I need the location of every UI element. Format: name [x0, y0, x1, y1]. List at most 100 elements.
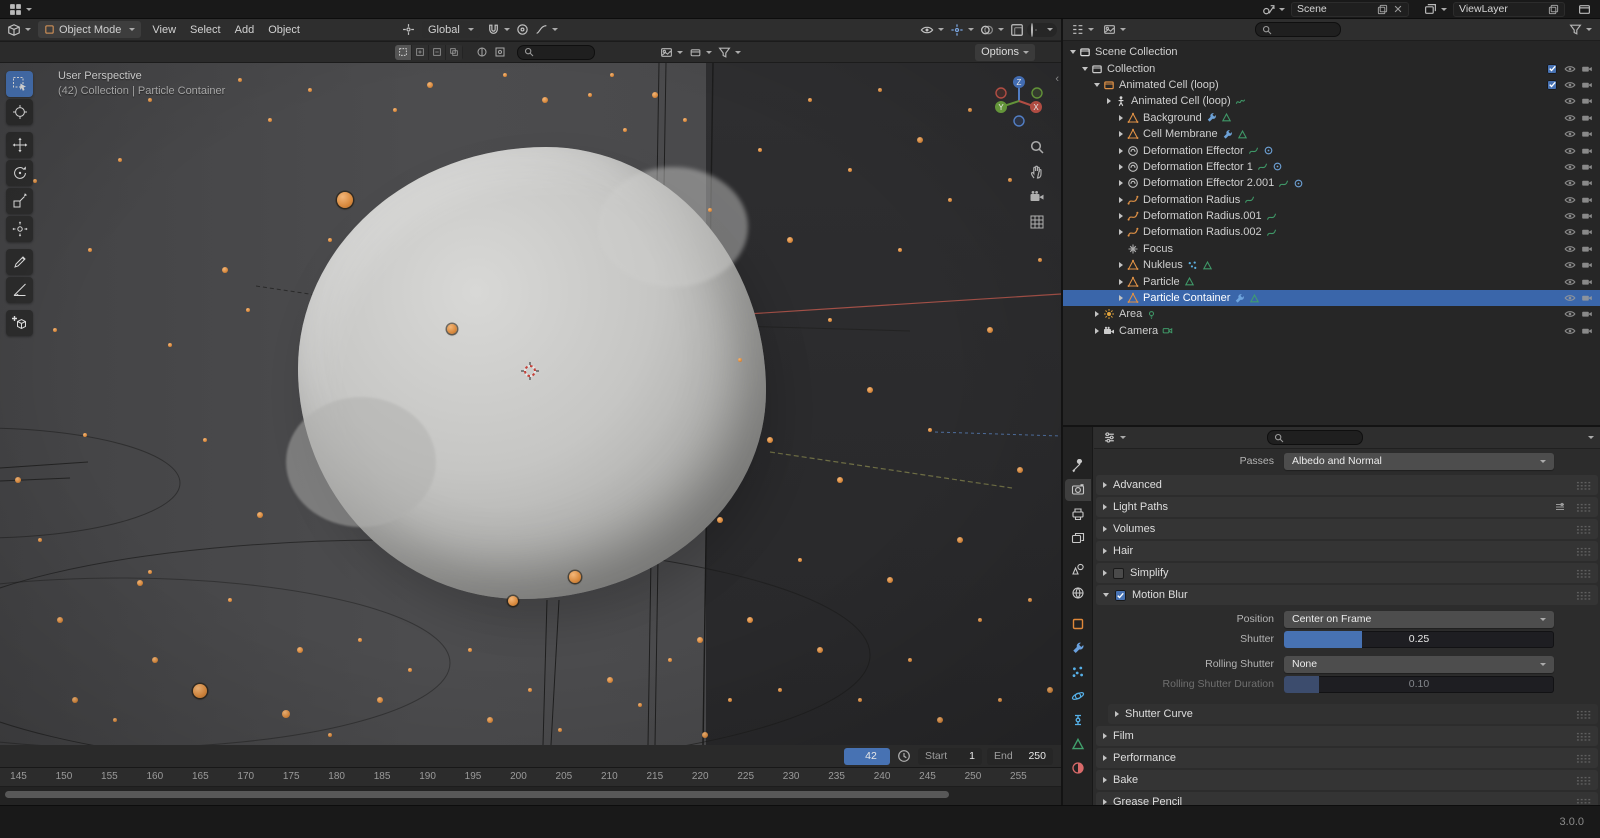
pan-hand-icon[interactable]	[1029, 164, 1045, 180]
disable-render-toggle[interactable]	[1578, 177, 1595, 189]
disable-render-toggle[interactable]	[1578, 128, 1595, 140]
collection-checkbox[interactable]	[1547, 63, 1557, 74]
select-mode-extend[interactable]	[412, 44, 429, 60]
panel-header-volumes[interactable]: Volumes	[1096, 519, 1598, 539]
panel-header-film[interactable]: Film	[1096, 726, 1598, 746]
frame-start-field[interactable]: Start 1	[918, 747, 982, 765]
scene-browse-button[interactable]	[1259, 0, 1288, 18]
hide-viewport-eye-toggle[interactable]	[1561, 308, 1578, 320]
outliner-row[interactable]: Area	[1063, 306, 1600, 322]
hide-viewport-eye-toggle[interactable]	[1561, 79, 1578, 91]
collection-visibility-dropdown[interactable]	[686, 43, 715, 61]
panel-header-shutter-curve[interactable]: Shutter Curve	[1108, 704, 1598, 724]
navigation-gizmo[interactable]: Z Y X	[989, 71, 1049, 131]
expander-right-icon[interactable]	[1106, 98, 1111, 105]
outliner-row[interactable]: Background	[1063, 110, 1600, 126]
menu-add[interactable]: Add	[228, 24, 262, 36]
expander-right-icon[interactable]	[1118, 196, 1123, 203]
disable-render-toggle[interactable]	[1578, 194, 1595, 206]
panel-header-hair[interactable]: Hair	[1096, 541, 1598, 561]
camera-view-icon[interactable]	[1029, 189, 1045, 205]
select-mode-intersect[interactable]	[446, 44, 463, 60]
expander-down-icon[interactable]	[1081, 66, 1088, 71]
expander-right-icon[interactable]	[1118, 163, 1123, 170]
transform-pivot-button[interactable]	[399, 21, 418, 39]
shading-solid-button[interactable]	[1035, 28, 1037, 31]
panel-header-bake[interactable]: Bake	[1096, 770, 1598, 790]
panel-header-motion-blur[interactable]: Motion Blur	[1096, 585, 1598, 605]
filter-dropdown[interactable]	[715, 43, 744, 61]
outliner-row[interactable]: Deformation Radius	[1063, 192, 1600, 208]
physics-properties-tab[interactable]	[1065, 685, 1091, 707]
collection-checkbox[interactable]	[1547, 79, 1557, 90]
disable-render-toggle[interactable]	[1578, 63, 1595, 75]
object-properties-tab[interactable]	[1065, 613, 1091, 635]
select-box-tool-button[interactable]	[6, 71, 33, 97]
panel-checkbox[interactable]	[1113, 567, 1124, 579]
transform-tool-button[interactable]	[6, 216, 33, 242]
panel-drag-grip[interactable]	[1576, 568, 1591, 578]
select-mode-set[interactable]	[395, 44, 412, 60]
frame-end-field[interactable]: End 250	[987, 747, 1053, 765]
hide-viewport-eye-toggle[interactable]	[1561, 325, 1578, 337]
editor-type-button[interactable]	[4, 21, 34, 39]
disable-render-toggle[interactable]	[1578, 79, 1595, 91]
expander-right-icon[interactable]	[1118, 147, 1123, 154]
panel-header-light-paths[interactable]: Light Paths	[1096, 497, 1598, 517]
outliner-row[interactable]: Scene Collection	[1063, 44, 1600, 60]
region-collapse-icon[interactable]: ‹	[1055, 73, 1059, 85]
orientation-dropdown[interactable]: Global	[421, 21, 480, 38]
view-layer-properties-tab[interactable]	[1065, 527, 1091, 549]
expander-right-icon[interactable]	[1118, 262, 1123, 269]
particles-properties-tab[interactable]	[1065, 661, 1091, 683]
timeline-ruler[interactable]: 145 150 155 160 165 170 175 180 185 190 195 200 205 2…	[0, 768, 1061, 787]
current-frame-field[interactable]: 42	[844, 747, 890, 765]
app-editor-type-button[interactable]	[6, 0, 35, 18]
rolling-shutter-duration-slider[interactable]: 0.10	[1284, 675, 1554, 693]
overlays-toggle[interactable]	[977, 21, 1007, 39]
new-scene-icon[interactable]	[1377, 4, 1388, 15]
cursor-tool-button[interactable]	[6, 99, 33, 125]
gizmos-toggle[interactable]	[947, 21, 977, 39]
annotate-tool-button[interactable]	[6, 249, 33, 275]
passes-dropdown[interactable]: Albedo and Normal	[1284, 452, 1554, 470]
render-properties-tab[interactable]	[1064, 479, 1091, 501]
hide-viewport-eye-toggle[interactable]	[1561, 95, 1578, 107]
disable-render-toggle[interactable]	[1578, 226, 1595, 238]
ortho-grid-icon[interactable]	[1029, 214, 1045, 230]
viewlayer-browse-button[interactable]	[1421, 0, 1450, 18]
outliner-row[interactable]: Deformation Radius.001	[1063, 208, 1600, 224]
viewlayer-name-field[interactable]: ViewLayer	[1453, 1, 1565, 17]
remove-viewlayer-button[interactable]	[1575, 0, 1594, 18]
menu-view[interactable]: View	[145, 24, 183, 36]
disable-render-toggle[interactable]	[1578, 325, 1595, 337]
expander-right-icon[interactable]	[1118, 295, 1123, 302]
disable-render-toggle[interactable]	[1578, 276, 1595, 288]
expander-down-icon[interactable]	[1069, 50, 1076, 55]
tool-search-input[interactable]	[517, 44, 595, 60]
outliner-row[interactable]: Collection	[1063, 60, 1600, 76]
hide-viewport-eye-toggle[interactable]	[1561, 63, 1578, 75]
expander-right-icon[interactable]	[1094, 311, 1099, 318]
clock-icon[interactable]	[897, 749, 911, 763]
outliner-row[interactable]: Particle	[1063, 273, 1600, 289]
panel-drag-grip[interactable]	[1576, 546, 1591, 556]
disable-render-toggle[interactable]	[1578, 292, 1595, 304]
expander-right-icon[interactable]	[1118, 114, 1123, 121]
hide-viewport-eye-toggle[interactable]	[1561, 112, 1578, 124]
position-dropdown[interactable]: Center on Frame	[1284, 610, 1554, 628]
hide-viewport-eye-toggle[interactable]	[1561, 210, 1578, 222]
properties-search-input[interactable]	[1267, 430, 1363, 445]
constraints-properties-tab[interactable]	[1065, 709, 1091, 731]
menu-select[interactable]: Select	[183, 24, 228, 36]
expander-right-icon[interactable]	[1118, 180, 1123, 187]
panel-drag-grip[interactable]	[1576, 590, 1591, 600]
material-properties-tab[interactable]	[1065, 757, 1091, 779]
proportional-editing-toggle[interactable]	[513, 21, 532, 39]
outliner-row[interactable]: Deformation Effector	[1063, 142, 1600, 158]
expander-right-icon[interactable]	[1118, 278, 1123, 285]
panel-drag-grip[interactable]	[1576, 753, 1591, 763]
scale-tool-button[interactable]	[6, 188, 33, 214]
menu-object[interactable]: Object	[261, 24, 307, 36]
expander-down-icon[interactable]	[1093, 82, 1100, 87]
